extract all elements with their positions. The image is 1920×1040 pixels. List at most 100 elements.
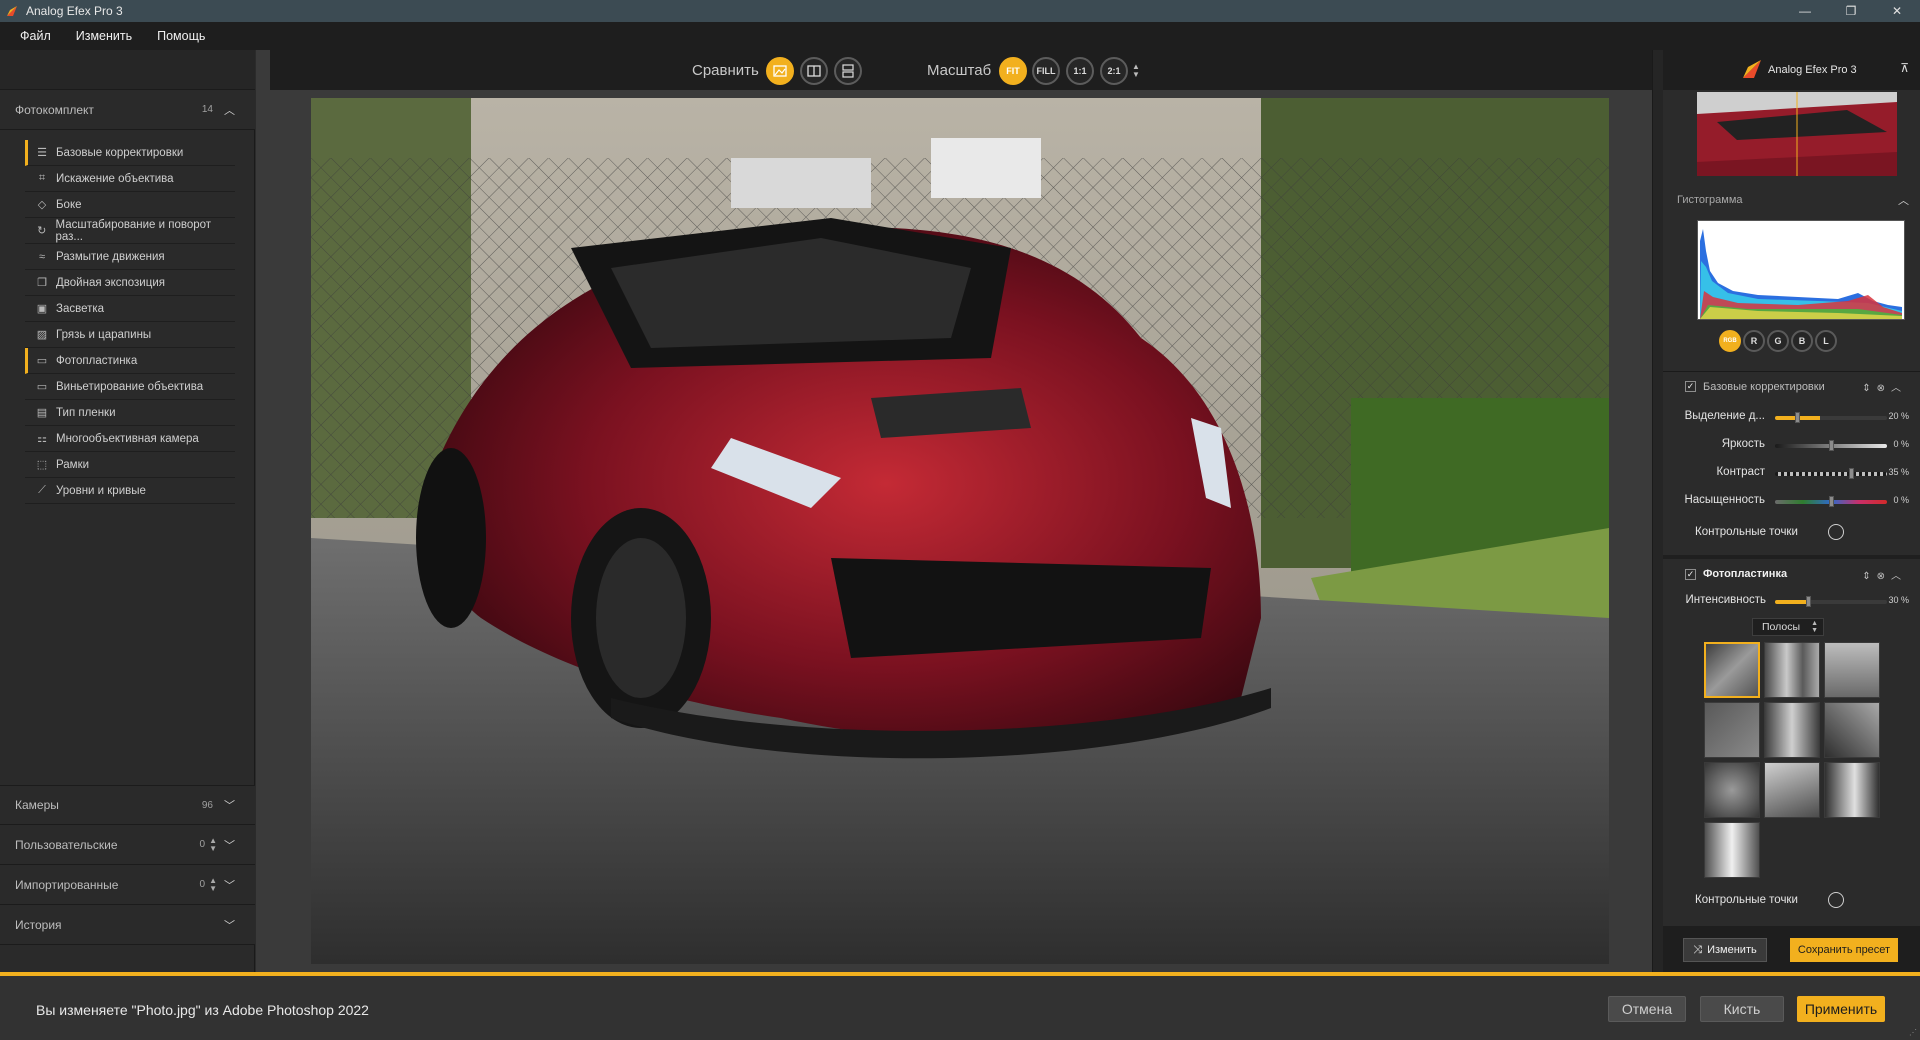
plate-type-select[interactable]: Полосы ▲ ▼ [1752, 618, 1824, 636]
slider-thumb[interactable] [1849, 468, 1854, 479]
plate-thumbnail[interactable] [1824, 762, 1880, 818]
section-imported[interactable]: Импортированные 0 ▲ ▼ ﹀ [0, 865, 255, 905]
chevron-down-icon[interactable]: ﹀ [224, 877, 235, 893]
add-control-point-icon[interactable] [1828, 524, 1844, 540]
basic-enable-checkbox[interactable]: ✓ [1685, 381, 1696, 392]
stepper-icon[interactable]: ▲ ▼ [209, 836, 217, 853]
plate-thumbnail[interactable] [1764, 702, 1820, 758]
plate-thumbnail[interactable] [1824, 642, 1880, 698]
close-button[interactable]: ✕ [1874, 0, 1920, 22]
basic-adjustments-header[interactable]: ✓ Базовые корректировки ⇕⊗︿ [1663, 371, 1920, 401]
compare-split-view-button[interactable] [800, 57, 828, 85]
filter-item-light-leak[interactable]: ▣ Засветка [25, 296, 235, 322]
zoom-fill-button[interactable]: FILL [1032, 57, 1060, 85]
compare-single-view-button[interactable] [766, 57, 794, 85]
resize-grip-icon[interactable]: ⋰ [1909, 1028, 1917, 1037]
slider-thumb[interactable] [1806, 596, 1811, 607]
menu-file[interactable]: Файл [20, 29, 51, 43]
filter-item-vignette[interactable]: ▭ Виньетирование объектива [25, 374, 235, 400]
menu-bar: Файл Изменить Помощь [0, 22, 1920, 50]
plate-thumbnail[interactable] [1704, 702, 1760, 758]
filter-item-double-exposure[interactable]: ❐ Двойная экспозиция [25, 270, 235, 296]
slider-track[interactable] [1775, 412, 1887, 423]
slider-track[interactable] [1775, 440, 1887, 451]
chevron-up-icon[interactable]: ︿ [1898, 192, 1909, 208]
navigator-preview[interactable] [1697, 92, 1897, 176]
brush-button[interactable]: Кисть [1700, 996, 1784, 1022]
slider-thumb[interactable] [1795, 412, 1800, 423]
wet-plate-header[interactable]: ✓ Фотопластинка ⇕⊗︿ [1663, 555, 1920, 589]
zoom-fit-button[interactable]: FIT [999, 57, 1027, 85]
zoom-2-1-button[interactable]: 2:1 [1100, 57, 1128, 85]
save-preset-button[interactable]: Сохранить пресет [1790, 938, 1898, 962]
channel-rgb-button[interactable]: RGB [1719, 330, 1741, 352]
restore-button[interactable]: ❐ [1828, 0, 1874, 22]
pin-icon[interactable]: ⊼ [1900, 61, 1909, 75]
filter-label: Засветка [56, 302, 105, 315]
slider-selective[interactable]: Выделение д... 20 % [1663, 406, 1920, 428]
slider-thumb[interactable] [1829, 440, 1834, 451]
plate-thumbnail[interactable] [1764, 762, 1820, 818]
vignette-icon: ▭ [36, 381, 48, 393]
cancel-button[interactable]: Отмена [1608, 996, 1686, 1022]
frames-icon: ⬚ [36, 459, 48, 471]
filter-item-motion-blur[interactable]: ≈ Размытие движения [25, 244, 235, 270]
slider-track[interactable] [1775, 496, 1887, 507]
editing-message: Вы изменяете "Photo.jpg" из Adobe Photos… [36, 1002, 369, 1018]
zoom-stepper-icon[interactable]: ▲ ▼ [1132, 63, 1140, 79]
filter-item-lens-distortion[interactable]: ⌗ Искажение объектива [25, 166, 235, 192]
channel-r-button[interactable]: R [1743, 330, 1765, 352]
section-tools-icons[interactable]: ⇕⊗︿ [1862, 567, 1907, 582]
change-button-label: Изменить [1707, 944, 1757, 956]
filter-item-wet-plate[interactable]: ▭ Фотопластинка [25, 348, 235, 374]
stepper-icon[interactable]: ▲ ▼ [209, 876, 217, 893]
plate-thumbnail[interactable] [1764, 642, 1820, 698]
zoom-label: Масштаб [927, 62, 992, 79]
plate-enable-checkbox[interactable]: ✓ [1685, 568, 1696, 580]
plate-thumbnail[interactable] [1704, 762, 1760, 818]
compare-side-by-side-button[interactable] [834, 57, 862, 85]
chevron-down-icon[interactable]: ﹀ [224, 837, 235, 853]
slider-contrast[interactable]: Контраст 35 % [1663, 462, 1920, 484]
section-cameras[interactable]: Камеры 96 ﹀ [0, 785, 255, 825]
apply-button[interactable]: Применить [1797, 996, 1885, 1022]
filter-item-dirt-scratches[interactable]: ▨ Грязь и царапины [25, 322, 235, 348]
filter-item-frames[interactable]: ⬚ Рамки [25, 452, 235, 478]
menu-help[interactable]: Помощь [157, 29, 205, 43]
preview-toolbar: Сравнить Масштаб FIT FILL 1:1 2:1 ▲ ▼ [270, 50, 1652, 90]
filter-item-basic[interactable]: ☰ Базовые корректировки [25, 140, 235, 166]
menu-edit[interactable]: Изменить [76, 29, 132, 43]
section-history[interactable]: История ﹀ [0, 905, 255, 945]
chevron-up-icon[interactable]: ︿ [224, 102, 235, 118]
change-button[interactable]: ⤨ Изменить [1683, 938, 1767, 962]
filter-item-zoom-rotate[interactable]: ↻ Масштабирование и поворот раз... [25, 218, 235, 244]
slider-saturation[interactable]: Насыщенность 0 % [1663, 490, 1920, 512]
slider-brightness[interactable]: Яркость 0 % [1663, 434, 1920, 456]
plate-thumbnail[interactable] [1704, 822, 1760, 878]
plate-thumbnail[interactable] [1704, 642, 1760, 698]
photo-preview[interactable] [311, 98, 1609, 964]
minimize-button[interactable]: — [1782, 0, 1828, 22]
slider-thumb[interactable] [1829, 496, 1834, 507]
slider-intensity[interactable]: Интенсивность 30 % [1663, 590, 1920, 612]
channel-g-button[interactable]: G [1767, 330, 1789, 352]
chevron-down-icon[interactable]: ﹀ [224, 917, 235, 933]
filter-item-multi-lens[interactable]: ⚏ Многообъективная камера [25, 426, 235, 452]
section-label: История [15, 917, 62, 932]
section-count: 0 [199, 879, 205, 890]
channel-l-button[interactable]: L [1815, 330, 1837, 352]
filter-item-bokeh[interactable]: ◇ Боке [25, 192, 235, 218]
slider-track[interactable] [1775, 596, 1887, 607]
plate-thumbnail[interactable] [1824, 702, 1880, 758]
presets-header[interactable]: Фотокомплект 14 ︿ [0, 90, 255, 130]
zoom-1-1-button[interactable]: 1:1 [1066, 57, 1094, 85]
channel-b-button[interactable]: B [1791, 330, 1813, 352]
compare-label: Сравнить [692, 62, 759, 79]
section-custom[interactable]: Пользовательские 0 ▲ ▼ ﹀ [0, 825, 255, 865]
slider-track[interactable] [1775, 468, 1887, 479]
add-control-point-icon[interactable] [1828, 892, 1844, 908]
section-tools-icons[interactable]: ⇕⊗︿ [1862, 379, 1907, 394]
filter-item-film-type[interactable]: ▤ Тип пленки [25, 400, 235, 426]
chevron-down-icon[interactable]: ﹀ [224, 797, 235, 813]
filter-item-levels-curves[interactable]: ⟋ Уровни и кривые [25, 478, 235, 504]
